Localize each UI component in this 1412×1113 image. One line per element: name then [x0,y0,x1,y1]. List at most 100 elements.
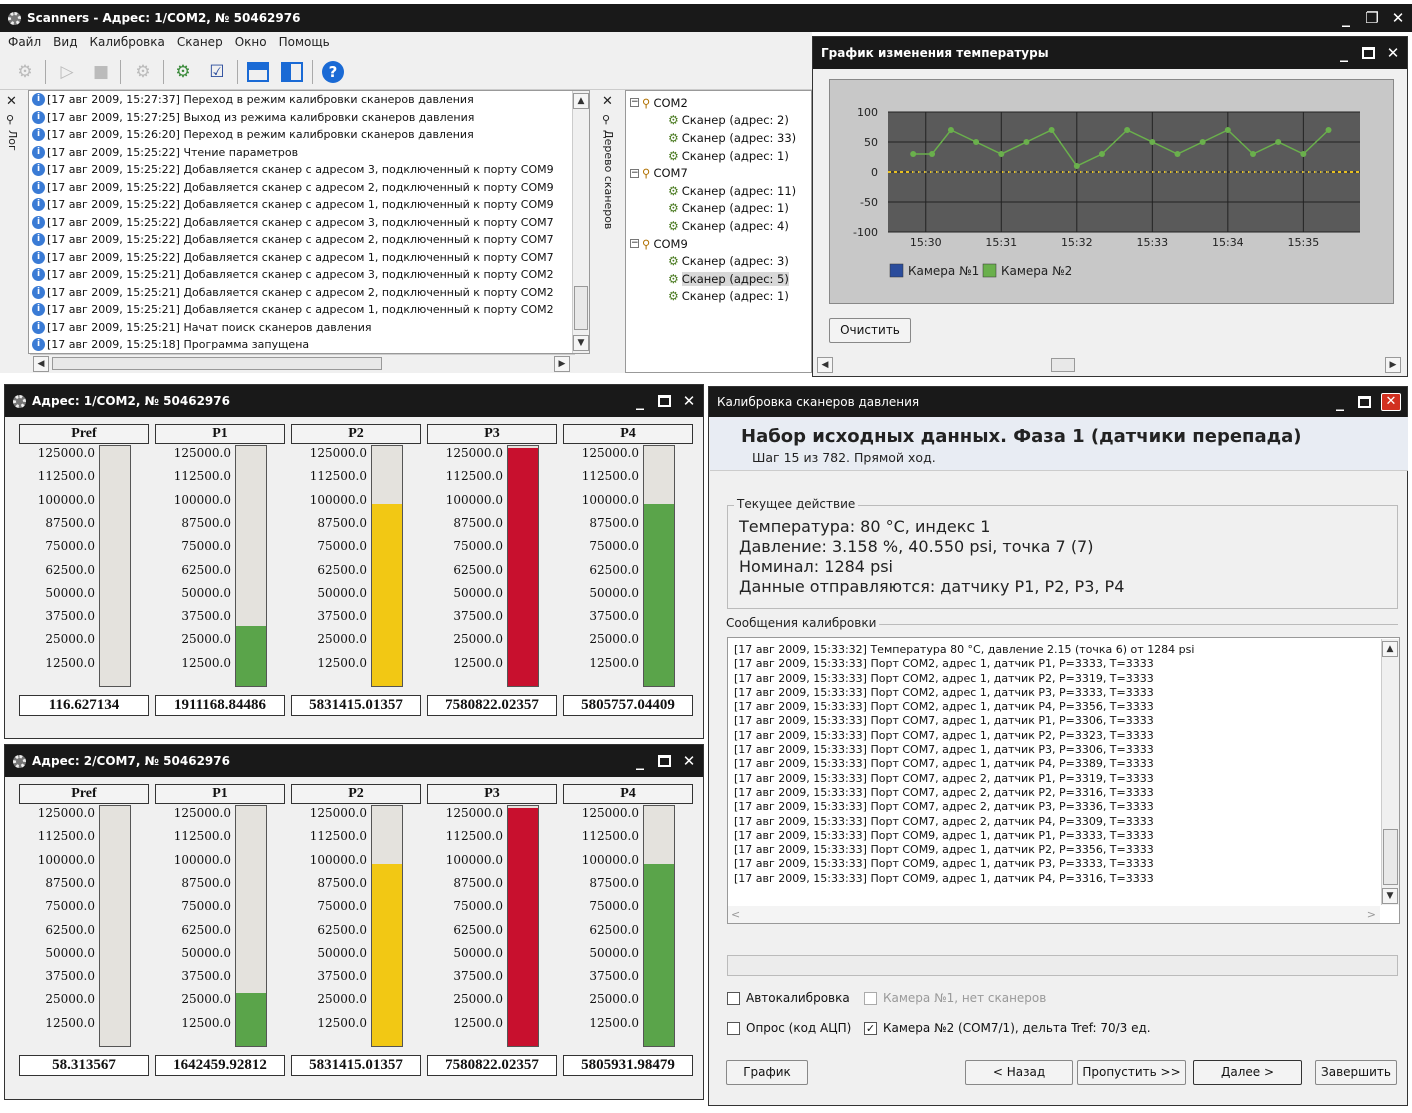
tree-port-com2[interactable]: − ⚲ COM2 [626,94,811,112]
tree-tab-label[interactable]: Дерево сканеров [602,130,615,229]
log-vscroll[interactable]: ▲ ▼ [572,91,589,353]
log-row[interactable]: i [17 авг 2009, 15:25:18] Программа запущ… [29,336,589,353]
messages-vscroll[interactable]: ▲ ▼ [1381,639,1399,905]
collapse-icon[interactable]: − [630,168,639,178]
log-row[interactable]: i [17 авг 2009, 15:27:25] Выход из режима… [29,109,589,127]
scroll-up-icon[interactable]: ▲ [573,93,589,109]
menu-file[interactable]: Файл [8,35,41,49]
log-row[interactable]: i [17 авг 2009, 15:25:21] Добавляется ска… [29,301,589,319]
tree-port-com9[interactable]: − ⚲ COM9 [626,235,811,253]
scroll-right-icon[interactable]: ▶ [554,356,570,372]
close-tree-icon[interactable]: ✕ [602,94,622,109]
tree-scanner-item[interactable]: ⚙ Сканер (адрес: 11) [626,182,811,200]
settings-icon[interactable]: ⚙ [12,59,38,85]
log-row[interactable]: i [17 авг 2009, 15:25:22] Добавляется ска… [29,249,589,267]
pin-icon[interactable]: ⚲ [6,113,26,126]
menu-view[interactable]: Вид [53,35,77,49]
scanner-tree[interactable]: − ⚲ COM2 ⚙ Сканер (адрес: 2) ⚙ Сканер (адрес: … [625,90,812,373]
menu-calibration[interactable]: Калибровка [89,35,164,49]
close-icon[interactable]: ✕ [1381,393,1401,411]
scroll-thumb[interactable] [574,286,588,330]
tree-scanner-item[interactable]: ⚙ Сканер (адрес: 2) [626,112,811,130]
scroll-right-icon[interactable]: > [1367,908,1376,921]
maximize-icon[interactable] [658,755,671,767]
minimize-icon[interactable]: _ [1338,10,1354,26]
finish-button[interactable]: Завершить [1315,1060,1397,1085]
tree-scanner-item[interactable]: ⚙ Сканер (адрес: 1) [626,147,811,165]
close-icon[interactable]: ✕ [1390,10,1406,26]
log-row[interactable]: i [17 авг 2009, 15:26:20] Переход в режим… [29,126,589,144]
split-horizontal-icon[interactable] [245,59,271,85]
tree-scanner-item[interactable]: ⚙ Сканер (адрес: 5) [626,270,811,288]
pin-icon[interactable]: ⚲ [602,113,622,126]
poll-checkbox[interactable]: Опрос (код АЦП) [727,1021,851,1035]
checkbox-box[interactable] [727,1021,740,1035]
log-row[interactable]: i [17 авг 2009, 15:25:22] Добавляется ска… [29,214,589,232]
log-row[interactable]: i [17 авг 2009, 15:27:37] Переход в режим… [29,91,589,109]
scroll-left-icon[interactable]: ◀ [817,357,833,373]
log-row[interactable]: i [17 авг 2009, 15:25:22] Добавляется ска… [29,161,589,179]
close-icon[interactable]: ✕ [1385,45,1401,61]
log-row[interactable]: i [17 авг 2009, 15:25:22] Чтение параметр… [29,144,589,162]
autocalibration-checkbox[interactable]: Автокалибровка [727,991,850,1005]
scroll-up-icon[interactable]: ▲ [1382,641,1398,657]
maximize-icon[interactable] [1362,47,1375,59]
next-button[interactable]: Далее > [1193,1060,1302,1085]
log-row[interactable]: i [17 авг 2009, 15:25:22] Добавляется ска… [29,196,589,214]
hscroll-thumb[interactable] [52,357,382,370]
gear-config-icon[interactable]: ⚙ [130,59,156,85]
minimize-icon[interactable]: _ [1336,45,1352,61]
help-icon[interactable]: ? [320,59,346,85]
restore-icon[interactable]: ❐ [1364,10,1380,26]
checklist-icon[interactable]: ☑ [204,59,230,85]
checkbox-box[interactable] [727,991,740,1005]
tree-scanner-item[interactable]: ⚙ Сканер (адрес: 33) [626,129,811,147]
tree-scanner-item[interactable]: ⚙ Сканер (адрес: 1) [626,200,811,218]
scroll-thumb[interactable] [1383,829,1398,885]
log-row[interactable]: i [17 авг 2009, 15:25:21] Добавляется ска… [29,284,589,302]
scanner-search-icon[interactable]: ⚙ [170,59,196,85]
minimize-icon[interactable]: _ [1332,394,1348,410]
skip-button[interactable]: Пропустить >> [1077,1060,1186,1085]
camera2-checkbox[interactable]: ✓ Камера №2 (COM7/1), дельта Tref: 70/3 е… [864,1021,1151,1035]
tree-scanner-item[interactable]: ⚙ Сканер (адрес: 3) [626,252,811,270]
maximize-icon[interactable] [658,395,671,407]
log-row[interactable]: i [17 авг 2009, 15:25:22] Добавляется ска… [29,179,589,197]
checkbox-check-icon[interactable]: ✓ [864,1021,877,1035]
scroll-left-icon[interactable]: ◀ [33,356,49,372]
messages-hscroll[interactable]: < > [728,906,1380,923]
collapse-icon[interactable]: − [630,239,639,249]
scroll-down-icon[interactable]: ▼ [1382,888,1398,904]
minimize-icon[interactable]: _ [632,753,648,769]
close-icon[interactable]: ✕ [681,753,697,769]
log-list[interactable]: i [17 авг 2009, 15:27:37] Переход в режим… [28,90,590,354]
scroll-right-icon[interactable]: ▶ [1385,357,1401,373]
menu-window[interactable]: Окно [235,35,267,49]
collapse-icon[interactable]: − [630,98,639,108]
hscroll-thumb[interactable] [1051,358,1075,372]
scroll-down-icon[interactable]: ▼ [573,335,589,351]
graph-button[interactable]: График [726,1060,808,1085]
stop-icon[interactable]: ■ [88,59,114,85]
log-row[interactable]: i [17 авг 2009, 15:25:21] Добавляется ска… [29,266,589,284]
tree-scanner-item[interactable]: ⚙ Сканер (адрес: 1) [626,288,811,306]
calibration-messages[interactable]: [17 авг 2009, 15:33:32] Температура 80 °… [727,637,1400,924]
chart-hscroll[interactable]: ◀ ▶ [815,356,1405,374]
log-hscroll[interactable]: ◀ ▶ [30,354,575,372]
tree-scanner-item[interactable]: ⚙ Сканер (адрес: 4) [626,217,811,235]
scroll-left-icon[interactable]: < [731,908,740,921]
back-button[interactable]: < Назад [965,1060,1073,1085]
menu-scanner[interactable]: Сканер [177,35,223,49]
clear-chart-button[interactable]: Очистить [829,318,911,343]
split-vertical-icon[interactable] [279,59,305,85]
tree-port-com7[interactable]: − ⚲ COM7 [626,164,811,182]
maximize-icon[interactable] [1358,396,1371,408]
minimize-icon[interactable]: _ [632,393,648,409]
close-log-icon[interactable]: ✕ [6,94,26,109]
log-tab-label[interactable]: Лог [6,130,19,151]
menu-help[interactable]: Помощь [279,35,330,49]
play-icon[interactable]: ▷ [54,59,80,85]
log-row[interactable]: i [17 авг 2009, 15:25:22] Добавляется ска… [29,231,589,249]
log-row[interactable]: i [17 авг 2009, 15:25:21] Начат поиск ска… [29,319,589,337]
close-icon[interactable]: ✕ [681,393,697,409]
